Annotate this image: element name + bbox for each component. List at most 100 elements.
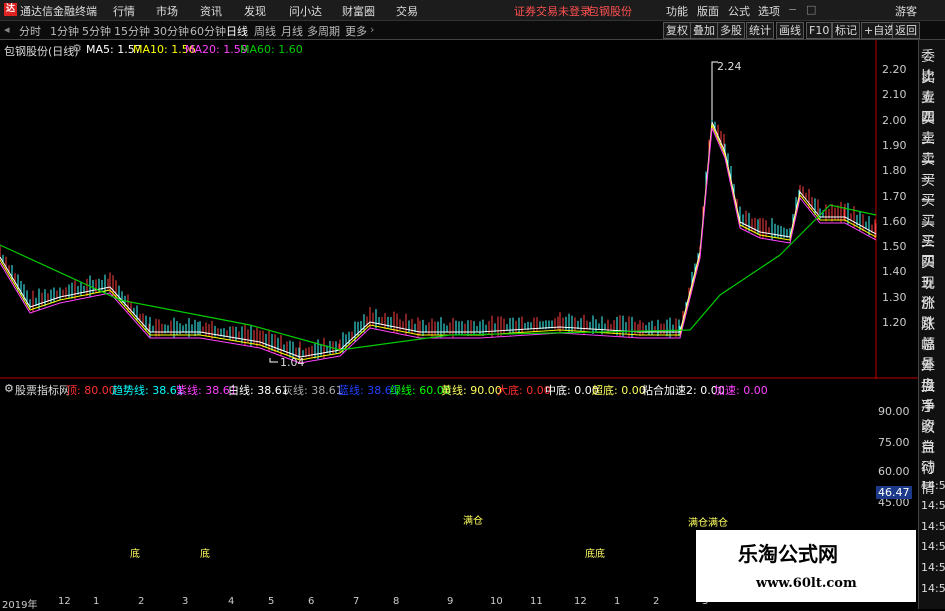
x-axis-label: 2 [138,596,145,607]
quote-panel-item: 14:50 [921,540,945,554]
menu-gongshi[interactable]: 公式 [728,3,750,19]
period-more[interactable]: 更多 [345,23,367,39]
ma60-label: MA60: 1.60 [240,43,303,56]
indicator-param: 白线: 38.61 [228,384,289,397]
high-price-label: 2.24 [717,60,742,73]
login-notice[interactable]: 证券交易未登录 [514,3,591,19]
period-5min[interactable]: 5分钟 [82,23,111,39]
quote-panel-item: 14:50 [921,581,945,595]
price-y-tick: 1.80 [882,164,907,178]
period-bar: ◂ 分时 1分钟 5分钟 15分钟 30分钟 60分钟 日线 周线 月线 多周期… [0,21,945,40]
minimize-icon[interactable]: − [788,3,797,16]
menu-jiaoyi[interactable]: 交易 [396,3,418,19]
signal-label: 满仓 [463,516,483,527]
x-axis-label: 5 [268,596,275,607]
menu-caifuquan[interactable]: 财富圈 [342,3,375,19]
period-multi[interactable]: 多周期 [307,23,340,39]
x-axis-label: 12 [58,596,71,607]
indicator-param: 超底: 0.00 [592,384,646,397]
watermark: 乐淘公式网 www.60lt.com [696,530,916,602]
x-axis-label: 9 [447,596,454,607]
right-quote-panel[interactable]: 委比 卖五 卖四 卖三 卖二 卖一 买一 买二 买三 买四 买五 现价 涨跌 涨幅 总量 外盘 换手 净资 收益 自动… [918,40,945,609]
indicator-param: 黄线: 90.00 [441,384,502,397]
x-axis-label: 8 [393,596,400,607]
watermark-url: www.60lt.com [756,576,857,591]
settings-icon[interactable]: ⚙ [72,42,82,55]
restore-icon[interactable]: □ [806,3,816,16]
indicator-y-tick: 90.00 [878,405,910,418]
period-30min[interactable]: 30分钟 [153,23,189,39]
period-weekly[interactable]: 周线 [254,23,276,39]
x-axis-label: 7 [353,596,360,607]
indicator-param: 顶: 80.00 [66,384,116,397]
menu-xuanxiang[interactable]: 选项 [758,3,780,19]
menu-gongneng[interactable]: 功能 [666,3,688,19]
ma20-label: MA20: 1.59 [185,43,248,56]
menu-banmian[interactable]: 版面 [697,3,719,19]
x-axis-label: 4 [228,596,235,607]
period-fenshi[interactable]: 分时 [19,23,41,39]
indicator-param: 灰线: 38.61 [282,384,343,397]
indicator-param: 加速: 0.00 [714,384,768,397]
watermark-title: 乐淘公式网 [738,542,838,566]
price-y-tick: 1.20 [882,316,907,329]
low-price-label: 1.04 [280,356,305,369]
price-chart[interactable] [0,40,945,379]
btn-fuquan[interactable]: 复权 [663,22,691,39]
period-60min[interactable]: 60分钟 [190,23,226,39]
indicator-param: 大底: 0.00 [497,384,551,397]
signal-label: 底 [200,549,210,560]
x-axis-label: 10 [490,596,503,607]
guest-label[interactable]: 游客 [895,3,917,19]
x-axis-label: 6 [308,596,315,607]
period-1min[interactable]: 1分钟 [50,23,79,39]
price-y-tick: 1.90 [882,138,907,152]
menu-wenxiaoda[interactable]: 问小达 [289,3,322,19]
menu-shichang[interactable]: 市场 [156,3,178,19]
period-daily[interactable]: 日线 [226,23,248,39]
price-y-tick: 2.10 [882,88,907,102]
indicator-param: 趋势线: 38.61 [112,384,184,397]
period-15min[interactable]: 15分钟 [114,23,150,39]
indicator-title: 股票指标网 [15,384,70,397]
x-axis-label: 11 [530,596,543,607]
more-arrow-icon[interactable]: › [370,23,374,36]
signal-label: 底 [130,549,140,560]
left-arrow-icon[interactable]: ◂ [4,23,10,36]
signal-label: 满仓满仓 [688,518,728,529]
btn-biaoji[interactable]: 标记 [832,22,860,39]
x-axis-label: 12 [574,596,587,607]
price-y-tick: 1.70 [882,189,907,203]
low-marker [269,358,278,363]
indicator-param: 中底: 0.00 [545,384,599,397]
indicator-param: 粘合加速2: 0.00 [642,384,725,397]
signal-label: 底底 [585,549,605,560]
menu-faxian[interactable]: 发现 [244,3,266,19]
indicator-icon[interactable]: ⚙ [4,382,14,395]
x-axis-label: 2 [653,596,660,607]
price-y-tick: 1.50 [882,240,907,254]
period-monthly[interactable]: 月线 [281,23,303,39]
quote-panel-item: 14:50 [921,499,945,513]
price-y-tick: 2.20 [882,63,907,76]
btn-duogu[interactable]: 多股 [717,22,745,39]
x-axis-label: 3 [182,596,189,607]
app-logo-icon: 达 [4,3,17,16]
price-y-tick: 1.60 [882,214,907,228]
btn-fanhui[interactable]: 返回 [892,22,920,39]
indicator-y-tick: 75.00 [878,436,910,449]
quote-panel-item: 14:50 [921,561,945,574]
price-chart-title: 包钢股份(日线) [4,45,79,58]
btn-diejia[interactable]: 叠加 [690,22,718,39]
menu-zixun[interactable]: 资讯 [200,3,222,19]
btn-f10[interactable]: F10 [806,22,833,39]
menu-hangqing[interactable]: 行情 [113,3,135,19]
btn-tongji[interactable]: 统计 [746,22,774,39]
btn-huaxian[interactable]: 画线 [776,22,804,39]
app-name: 通达信金融终端 [20,5,97,18]
indicator-y-tick: 60.00 [878,465,910,478]
price-y-tick: 1.30 [882,290,907,304]
current-value-badge: 46.47 [876,486,912,499]
x-axis-label: 1 [614,596,621,607]
quote-panel-item: 14:50 [921,519,945,533]
